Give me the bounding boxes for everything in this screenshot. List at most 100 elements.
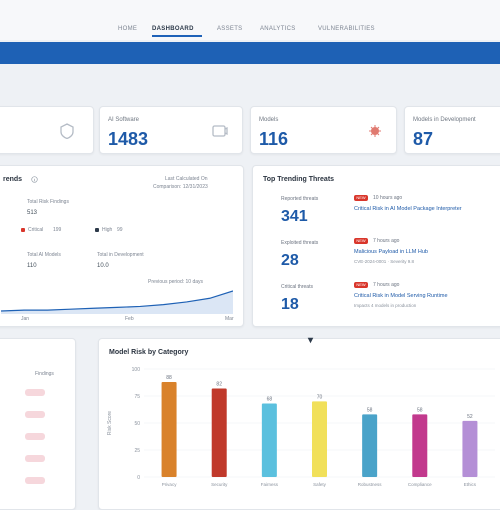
- x-tick-label: Compliance: [408, 482, 432, 487]
- nav-active-indicator: [152, 35, 202, 37]
- stat-label: AI Software: [108, 117, 140, 123]
- nav-vulnerabilities[interactable]: VULNERABILITIES: [318, 26, 375, 32]
- threat-metric-label: Exploited threats: [281, 240, 319, 246]
- chart-title: Model Risk by Category: [109, 349, 189, 356]
- finding-pill[interactable]: [25, 477, 45, 484]
- threat-time: 7 hours ago: [373, 238, 400, 244]
- bar: [211, 388, 227, 477]
- legend-high-label: High: [102, 227, 113, 233]
- y-tick-label: 75: [134, 394, 140, 400]
- stat-card-ai-software[interactable]: AI Software 1483: [99, 106, 243, 154]
- nav-analytics[interactable]: ANALYTICS: [260, 26, 296, 32]
- threat-metric-value: 341: [281, 208, 308, 225]
- models-label: Total AI Models: [27, 252, 61, 258]
- trending-threats-panel: Top Trending Threats Reported threats 34…: [252, 165, 500, 327]
- findings-panel: Findings: [0, 338, 76, 510]
- finding-pill[interactable]: [25, 433, 45, 440]
- legend-swatch-high: [95, 228, 99, 232]
- threat-metric-value: 28: [281, 252, 299, 269]
- stat-card-models[interactable]: Models 116: [250, 106, 397, 154]
- x-tick: Jan: [21, 316, 30, 322]
- threat-metric-label: Critical threats: [281, 284, 313, 290]
- caption-line-1: Last Calculated On: [165, 176, 208, 182]
- legend-critical-value: 199: [53, 227, 62, 233]
- info-icon[interactable]: [31, 176, 38, 183]
- stat-value: 1483: [108, 129, 149, 149]
- y-tick-label: 100: [132, 367, 141, 373]
- bar: [312, 401, 327, 477]
- legend-swatch-critical: [21, 228, 25, 232]
- bar: [462, 420, 478, 477]
- category-chart-panel: Model Risk by Category Risk Score 0 25 50 75…: [98, 337, 500, 510]
- bar-value-label: 82: [216, 381, 222, 387]
- nav-home[interactable]: HOME: [118, 26, 137, 32]
- total-risk-label: Total Risk Findings: [27, 199, 69, 205]
- bar-value-label: 68: [267, 397, 273, 403]
- category-bar-chart: Risk Score 0 25 50 75 100 88 Privacy 82 Security 6…: [107, 367, 495, 487]
- stat-card-dev[interactable]: Models in Development 87: [404, 106, 500, 154]
- triangle-icon: [307, 337, 314, 344]
- bar-value-label: 58: [367, 407, 373, 413]
- finding-pill[interactable]: [25, 389, 45, 396]
- nav-assets[interactable]: ASSETS: [217, 26, 242, 32]
- finding-pill[interactable]: [25, 455, 45, 462]
- x-tick-label: Privacy: [162, 482, 178, 487]
- stat-card-1[interactable]: [0, 106, 94, 154]
- stat-value: 116: [259, 129, 289, 149]
- trends-panel: rends Last Calculated On Comparison: 12/…: [0, 165, 244, 327]
- threat-metric-label: Reported threats: [281, 196, 319, 202]
- bug-icon: [369, 125, 381, 137]
- total-risk-value: 513: [27, 210, 38, 216]
- dev-label: Total in Development: [97, 252, 144, 258]
- nav-dashboard[interactable]: DASHBOARD: [152, 26, 194, 32]
- bar: [161, 381, 177, 477]
- panel-title: Top Trending Threats: [263, 176, 335, 183]
- bar-value-label: 58: [417, 407, 423, 413]
- findings-header: Findings: [35, 371, 54, 377]
- threat-title[interactable]: Critical Risk in AI Model Package Interp…: [354, 206, 494, 212]
- bar: [362, 414, 378, 477]
- y-axis-label: Risk Score: [107, 411, 113, 435]
- x-tick: Mar: [225, 316, 234, 322]
- threat-title[interactable]: Critical Risk in Model Serving Runtime: [354, 293, 494, 299]
- top-nav: HOME DASHBOARD ASSETS ANALYTICS VULNERAB…: [0, 0, 500, 40]
- trend-caption: Previous period: 10 days: [148, 279, 204, 285]
- shield-icon: [60, 123, 74, 139]
- trend-sparkline: [1, 290, 233, 314]
- x-tick-label: Robustness: [358, 482, 383, 487]
- dev-value: 10.0: [97, 263, 109, 269]
- bar: [261, 403, 277, 477]
- panel-title: rends: [3, 176, 23, 183]
- threat-metric-value: 18: [281, 296, 299, 313]
- stat-label: Models in Development: [413, 117, 476, 123]
- new-badge: NEW: [354, 282, 368, 288]
- x-tick: Feb: [125, 316, 134, 322]
- y-tick-label: 50: [134, 421, 140, 427]
- threat-subtext: CVE-2024-0001 · Severity 9.8: [354, 259, 415, 264]
- header-banner: [0, 42, 500, 64]
- stat-label: Models: [259, 117, 279, 123]
- stat-value: 87: [413, 129, 434, 149]
- threat-time: 10 hours ago: [373, 195, 403, 201]
- x-tick-label: Safety: [313, 482, 327, 487]
- caption-line-2: Comparison: 12/31/2023: [153, 184, 208, 190]
- cube-icon: [212, 125, 228, 137]
- new-badge: NEW: [354, 238, 368, 244]
- x-tick-label: Fairness: [261, 482, 279, 487]
- bar-value-label: 88: [166, 375, 172, 381]
- new-badge: NEW: [354, 195, 368, 201]
- threat-time: 7 hours ago: [373, 282, 400, 288]
- threat-subtext: Impacts 4 models in production: [354, 303, 417, 308]
- legend-high-value: 99: [117, 227, 123, 233]
- x-tick-label: Ethics: [464, 482, 477, 487]
- bar-value-label: 70: [317, 394, 323, 400]
- bar-value-label: 52: [467, 414, 473, 420]
- bar: [412, 414, 428, 477]
- x-tick-label: Security: [211, 482, 228, 487]
- legend-critical-label: Critical: [28, 227, 44, 233]
- threat-title[interactable]: Malicious Payload in LLM Hub: [354, 249, 494, 255]
- y-tick-label: 0: [137, 475, 140, 481]
- models-value: 110: [27, 263, 37, 269]
- y-tick-label: 25: [134, 448, 140, 454]
- finding-pill[interactable]: [25, 411, 45, 418]
